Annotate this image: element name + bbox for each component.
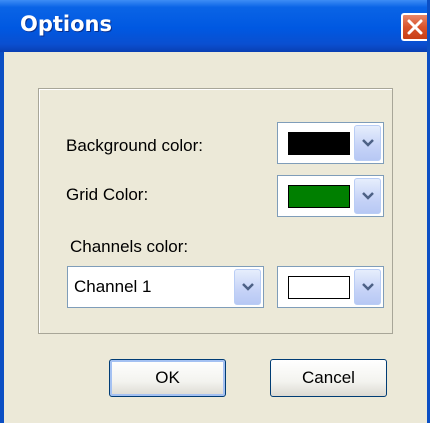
cancel-button[interactable]: Cancel <box>270 359 387 397</box>
channel-color-dropdown-button[interactable] <box>354 269 381 305</box>
channel-select[interactable]: Channel 1 <box>67 266 264 308</box>
title-bar[interactable]: Options <box>0 0 427 52</box>
grid-color-picker[interactable] <box>277 175 384 217</box>
background-color-label: Background color: <box>66 136 204 155</box>
channel-select-dropdown-button[interactable] <box>234 269 261 305</box>
grid-color-label: Grid Color: <box>66 185 149 204</box>
channels-color-label: Channels color: <box>70 237 189 256</box>
ok-button[interactable]: OK <box>109 359 226 397</box>
window-title: Options <box>20 12 112 36</box>
close-button[interactable] <box>401 13 427 41</box>
background-color-swatch <box>288 132 350 155</box>
chevron-down-icon <box>362 192 374 200</box>
chevron-down-icon <box>242 283 254 291</box>
channel-select-value: Channel 1 <box>74 277 152 296</box>
grid-color-swatch <box>288 185 350 208</box>
close-icon <box>407 19 423 35</box>
channel-color-picker[interactable] <box>277 266 384 308</box>
grid-color-dropdown-button[interactable] <box>354 178 381 214</box>
chevron-down-icon <box>362 283 374 291</box>
options-dialog: Options Background color: Grid Color: Ch… <box>0 0 430 423</box>
window-left-border <box>0 52 4 423</box>
channel-color-swatch <box>288 276 350 299</box>
background-color-dropdown-button[interactable] <box>354 125 381 161</box>
background-color-picker[interactable] <box>277 122 384 164</box>
chevron-down-icon <box>362 139 374 147</box>
